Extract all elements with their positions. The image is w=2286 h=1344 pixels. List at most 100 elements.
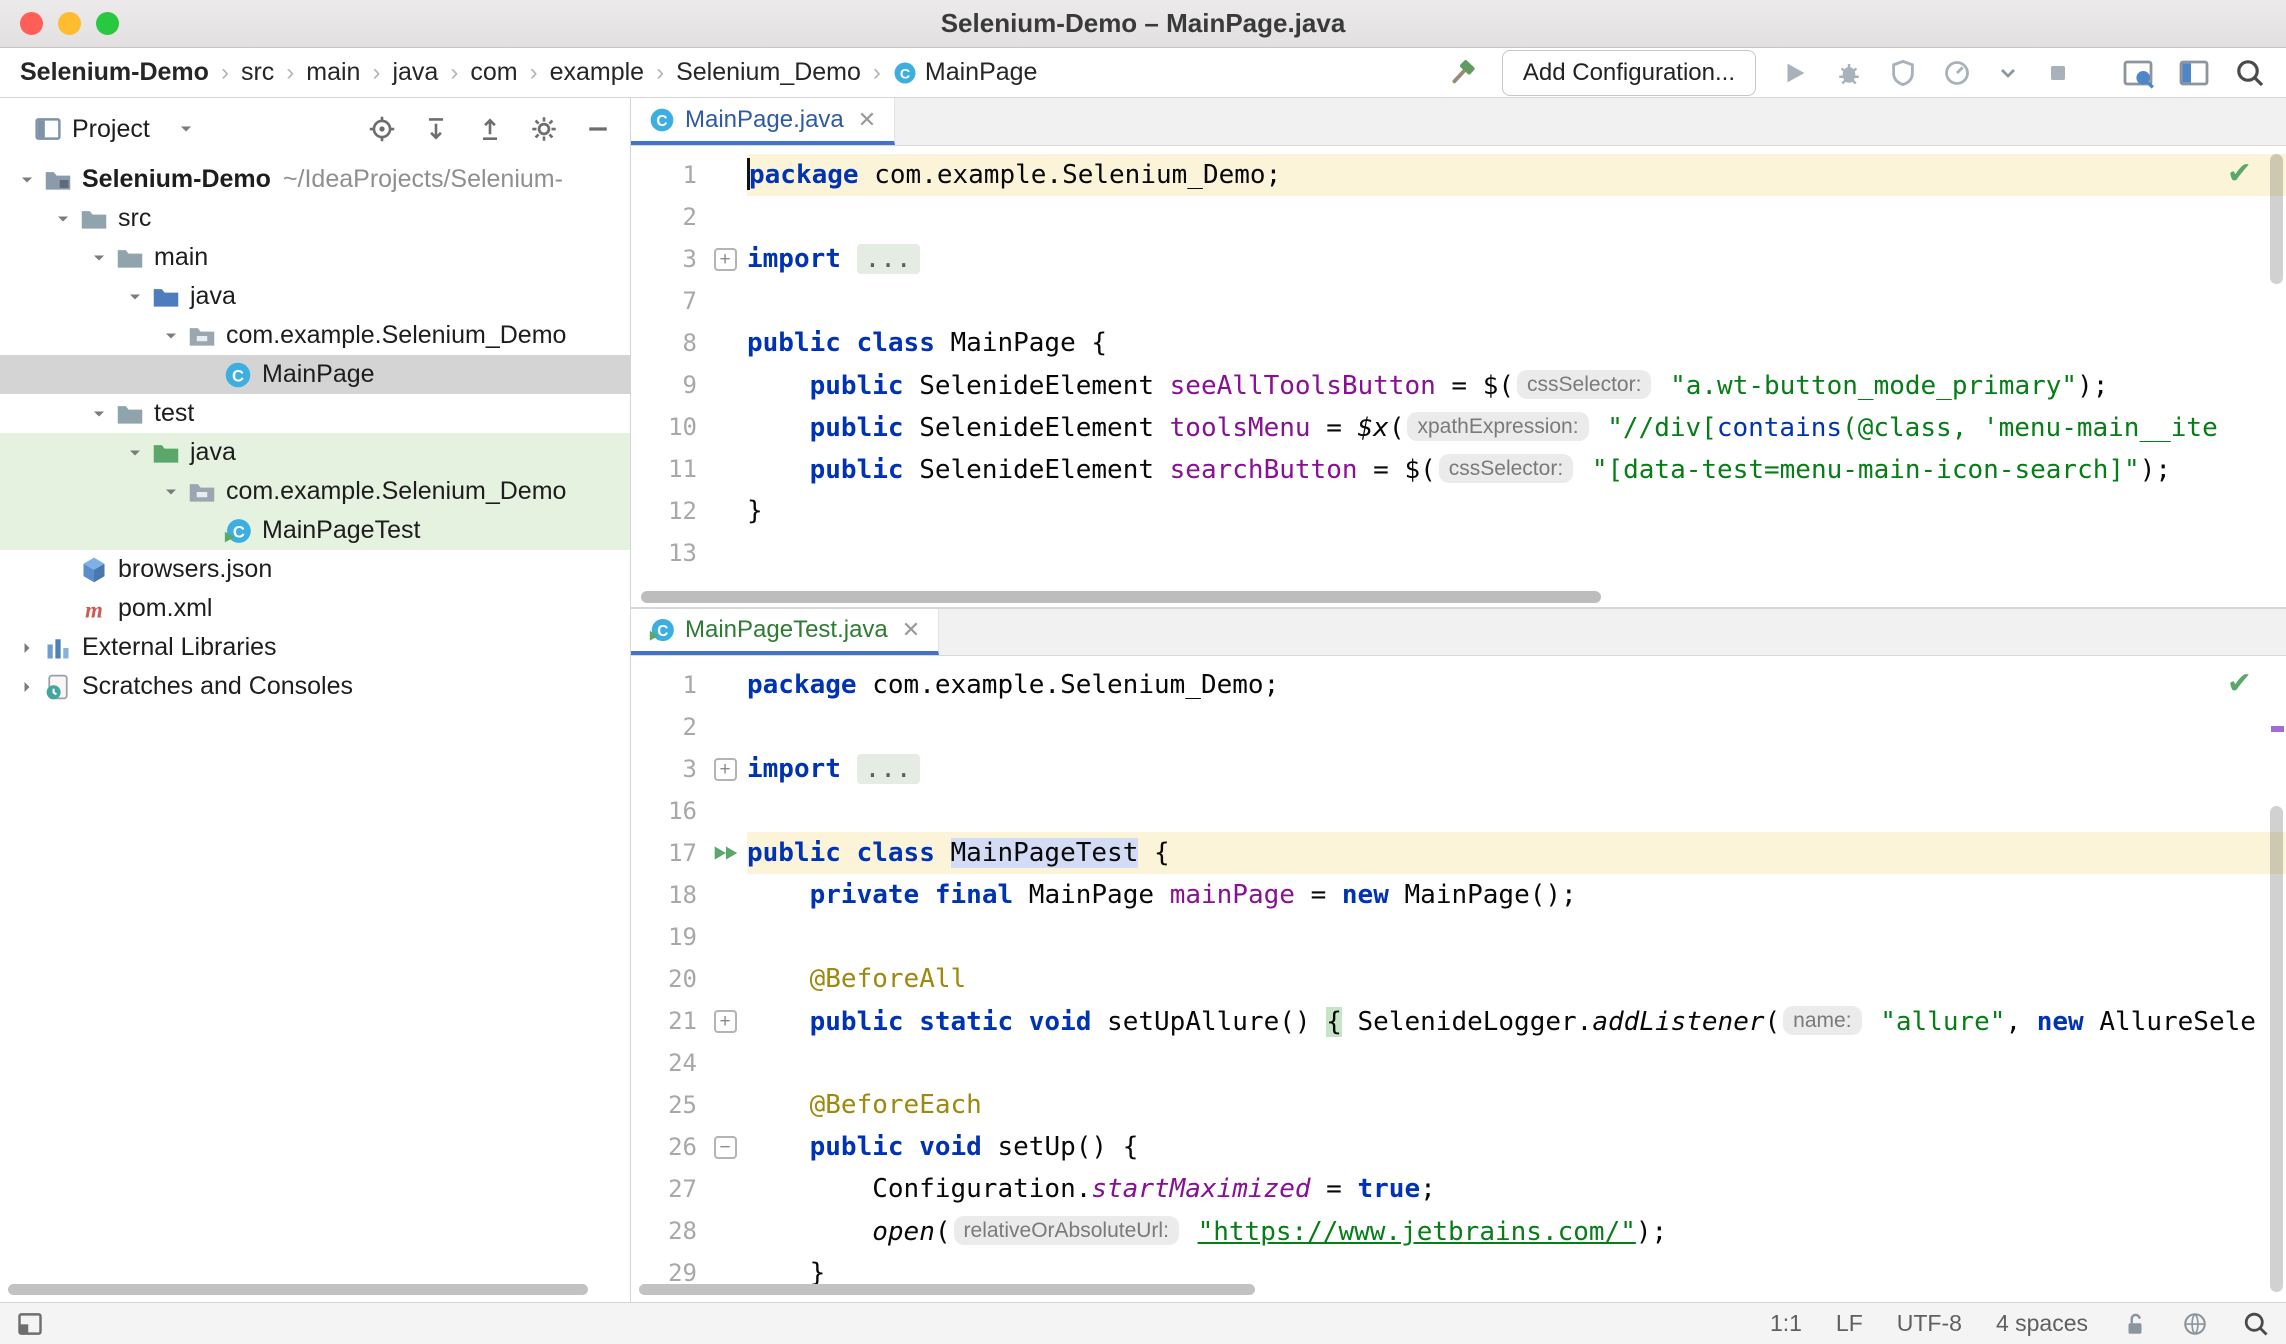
collapse-all-icon[interactable] — [476, 115, 504, 143]
file-encoding[interactable]: UTF-8 — [1897, 1310, 1962, 1337]
code-line[interactable]: 10 public SelenideElement toolsMenu = $x… — [631, 406, 2286, 448]
code-line[interactable]: 17 public class MainPageTest { — [631, 832, 2286, 874]
chevron-down-icon[interactable] — [161, 482, 181, 502]
code-line[interactable]: 12} — [631, 490, 2286, 532]
code-line[interactable]: 3 + import ... — [631, 748, 2286, 790]
chevron-down-icon[interactable] — [1996, 61, 2020, 85]
debug-icon[interactable] — [1834, 58, 1864, 88]
fold-marker-icon[interactable]: − — [703, 1126, 747, 1168]
tree-item-com-example-selenium-demo[interactable]: com.example.Selenium_Demo — [0, 316, 630, 355]
breadcrumb-item-com[interactable]: com — [470, 58, 517, 87]
chevron-down-icon[interactable] — [53, 209, 73, 229]
hide-panel-icon[interactable] — [584, 115, 612, 143]
tree-item-java[interactable]: java — [0, 277, 630, 316]
fold-marker-icon[interactable]: + — [703, 748, 747, 790]
code-line[interactable]: 1 package com.example.Selenium_Demo; — [631, 154, 2286, 196]
settings-gear-icon[interactable] — [530, 115, 558, 143]
chevron-down-icon[interactable] — [125, 287, 145, 307]
zoom-window-button[interactable] — [96, 12, 119, 35]
code-line[interactable]: 9 public SelenideElement seeAllToolsButt… — [631, 364, 2286, 406]
tree-item-main[interactable]: main — [0, 238, 630, 277]
chevron-down-icon[interactable] — [89, 248, 109, 268]
add-configuration-button[interactable]: Add Configuration... — [1501, 49, 1756, 96]
search-icon[interactable] — [2242, 1310, 2270, 1338]
code-line[interactable]: 24 — [631, 1042, 2286, 1084]
tab-mainpagetest-java[interactable]: C MainPageTest.java ✕ — [631, 609, 940, 655]
chevron-right-icon[interactable] — [17, 677, 37, 697]
breadcrumb-item-src[interactable]: src — [241, 58, 274, 87]
chevron-down-icon[interactable] — [161, 326, 181, 346]
tree-item-com-example-selenium-demo[interactable]: com.example.Selenium_Demo — [0, 472, 630, 511]
close-tab-icon[interactable]: ✕ — [858, 107, 876, 133]
editor-horizontal-scrollbar-bottom[interactable] — [635, 1284, 2256, 1298]
close-tab-icon[interactable]: ✕ — [902, 617, 920, 643]
code-line[interactable]: 13 — [631, 532, 2286, 574]
tree-item-selenium-demo[interactable]: Selenium-Demo ~/IdeaProjects/Selenium- — [0, 160, 630, 199]
chevron-down-icon[interactable] — [89, 404, 109, 424]
chevron-down-icon[interactable] — [125, 443, 145, 463]
expand-all-icon[interactable] — [422, 115, 450, 143]
code-line[interactable]: 21 + public static void setUpAllure() { S… — [631, 1000, 2286, 1042]
code-area-mainpage[interactable]: 1 package com.example.Selenium_Demo; 2 3 + im… — [631, 146, 2286, 588]
code-line[interactable]: 11 public SelenideElement searchButton =… — [631, 448, 2286, 490]
code-line[interactable]: 8 public class MainPage { — [631, 322, 2286, 364]
inspections-ok-icon[interactable]: ✔ — [2227, 156, 2252, 191]
project-structure-icon[interactable] — [2122, 57, 2154, 89]
line-separator[interactable]: LF — [1836, 1310, 1863, 1337]
code-line[interactable]: 3 + import ... — [631, 238, 2286, 280]
tree-item-src[interactable]: src — [0, 199, 630, 238]
fold-marker-icon[interactable]: + — [703, 1000, 747, 1042]
code-line[interactable]: 19 — [631, 916, 2286, 958]
vertical-scrollbar[interactable] — [2268, 146, 2284, 588]
run-test-icon[interactable] — [703, 832, 747, 874]
stop-icon[interactable] — [2044, 59, 2072, 87]
minimize-window-button[interactable] — [58, 12, 81, 35]
chevron-down-icon[interactable] — [176, 119, 196, 139]
tab-mainpage-java[interactable]: C MainPage.java ✕ — [631, 98, 896, 145]
tree-item-pom-xml[interactable]: m pom.xml — [0, 589, 630, 628]
code-line[interactable]: 7 — [631, 280, 2286, 322]
code-line[interactable]: 20 @BeforeAll — [631, 958, 2286, 1000]
tree-item-mainpagetest[interactable]: C MainPageTest — [0, 511, 630, 550]
breadcrumb-item-example[interactable]: example — [550, 58, 645, 87]
close-window-button[interactable] — [20, 12, 43, 35]
breadcrumb-item-selenium-demo[interactable]: Selenium_Demo — [676, 58, 861, 87]
tool-window-layout-icon[interactable] — [2178, 57, 2210, 89]
fold-marker-icon[interactable]: + — [703, 238, 747, 280]
horizontal-scrollbar[interactable] — [631, 588, 2286, 608]
chevron-right-icon[interactable] — [17, 638, 37, 658]
run-icon[interactable] — [1780, 58, 1810, 88]
tree-item-java[interactable]: java — [0, 433, 630, 472]
chevron-down-icon[interactable] — [17, 170, 37, 190]
code-line[interactable]: 2 — [631, 706, 2286, 748]
globe-icon[interactable] — [2182, 1311, 2208, 1337]
breadcrumb-item-mainpage[interactable]: C MainPage — [893, 58, 1037, 87]
toolwindow-toggle-icon[interactable] — [16, 1310, 44, 1338]
profiler-icon[interactable] — [1942, 58, 1972, 88]
tree-item-mainpage[interactable]: C MainPage — [0, 355, 630, 394]
locate-file-icon[interactable] — [368, 115, 396, 143]
code-line[interactable]: 26− public void setUp() { — [631, 1126, 2286, 1168]
tree-item-test[interactable]: test — [0, 394, 630, 433]
build-hammer-icon[interactable] — [1446, 57, 1478, 89]
code-line[interactable]: 25 @BeforeEach — [631, 1084, 2286, 1126]
code-line[interactable]: 16 — [631, 790, 2286, 832]
breadcrumb-item-selenium-demo[interactable]: Selenium-Demo — [20, 58, 209, 87]
project-panel-title[interactable]: Project — [72, 115, 150, 144]
code-area-mainpagetest[interactable]: 1 package com.example.Selenium_Demo; 2 3 + im… — [631, 656, 2286, 1302]
tree-item-external-libraries[interactable]: External Libraries — [0, 628, 630, 667]
code-line[interactable]: 1 package com.example.Selenium_Demo; — [631, 664, 2286, 706]
indent-setting[interactable]: 4 spaces — [1996, 1310, 2088, 1337]
tree-item-browsers-json[interactable]: browsers.json — [0, 550, 630, 589]
inspections-ok-icon[interactable]: ✔ — [2227, 666, 2252, 701]
lock-icon[interactable] — [2122, 1311, 2148, 1337]
run-with-coverage-icon[interactable] — [1888, 58, 1918, 88]
code-line[interactable]: 28 open(relativeOrAbsoluteUrl: "https://… — [631, 1210, 2286, 1252]
caret-position[interactable]: 1:1 — [1770, 1310, 1802, 1337]
breadcrumb-item-java[interactable]: java — [392, 58, 438, 87]
vertical-scrollbar[interactable] — [2268, 656, 2284, 1302]
tree-item-scratches-and-consoles[interactable]: Scratches and Consoles — [0, 667, 630, 706]
code-line[interactable]: 27 Configuration.startMaximized = true; — [631, 1168, 2286, 1210]
project-horizontal-scrollbar[interactable] — [0, 1284, 630, 1298]
search-everywhere-icon[interactable] — [2234, 57, 2266, 89]
